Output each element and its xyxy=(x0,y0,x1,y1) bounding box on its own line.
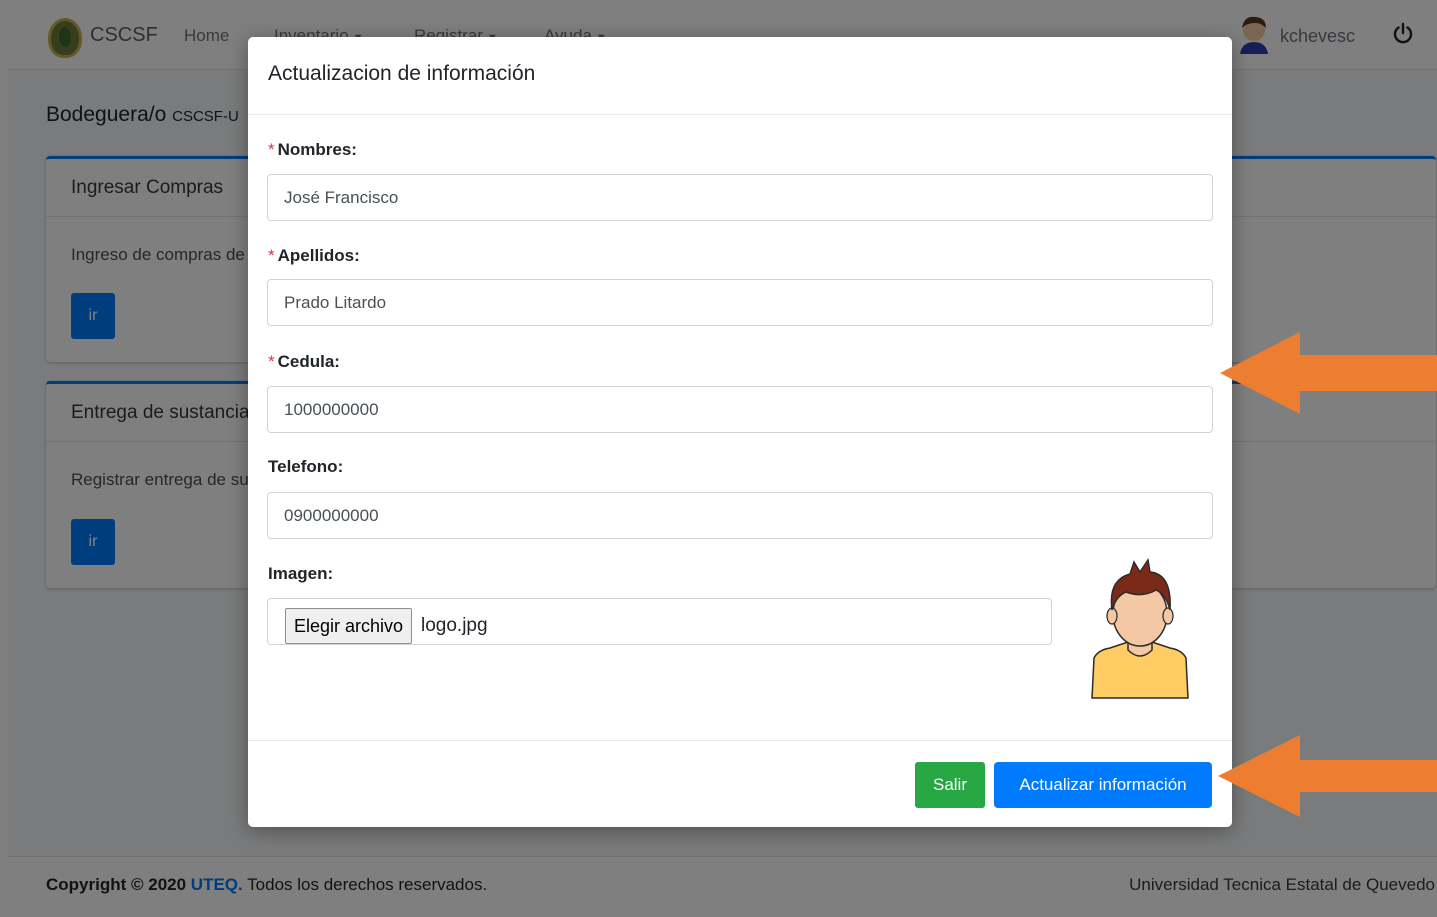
required-mark: * xyxy=(268,246,275,265)
image-file-input[interactable]: Elegir archivo logo.jpg xyxy=(267,598,1052,645)
required-mark: * xyxy=(268,352,275,371)
nombres-label-text: Nombres: xyxy=(277,140,357,159)
nombres-input[interactable] xyxy=(267,174,1213,221)
nombres-label: * Nombres: xyxy=(268,140,357,160)
telefono-label: Telefono: xyxy=(268,457,344,476)
apellidos-input[interactable] xyxy=(267,279,1213,326)
selected-file-name: logo.jpg xyxy=(421,615,488,636)
modal-footer: Salir Actualizar información xyxy=(248,740,1232,827)
update-info-modal: Actualizacion de información *Nombres: *… xyxy=(248,37,1232,827)
update-info-button[interactable]: Actualizar información xyxy=(994,762,1212,808)
imagen-label: Imagen: xyxy=(268,564,334,583)
salir-button[interactable]: Salir xyxy=(915,762,985,808)
telefono-input[interactable] xyxy=(267,492,1213,539)
apellidos-label-text: Apellidos: xyxy=(277,246,360,265)
profile-preview-image xyxy=(1091,558,1189,699)
modal-title: Actualizacion de información xyxy=(248,37,1232,115)
cedula-label-text: Cedula: xyxy=(277,352,340,371)
annotation-arrow-icon xyxy=(1218,735,1437,817)
annotation-arrow-icon xyxy=(1220,332,1437,414)
apellidos-label: * Apellidos: xyxy=(268,246,360,266)
cedula-label: * Cedula: xyxy=(268,352,340,372)
cedula-input[interactable] xyxy=(267,386,1213,433)
choose-file-button[interactable]: Elegir archivo xyxy=(285,608,413,644)
required-mark: * xyxy=(268,140,275,159)
